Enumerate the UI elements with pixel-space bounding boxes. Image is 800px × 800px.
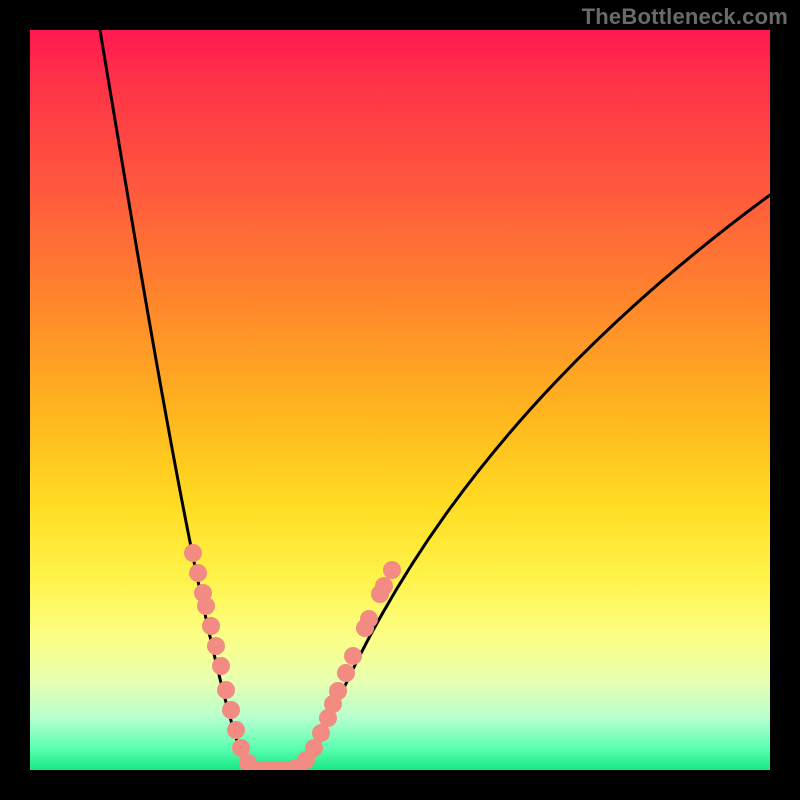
sample-point [197, 597, 215, 615]
sample-point [217, 681, 235, 699]
chart-stage: TheBottleneck.com [0, 0, 800, 800]
watermark-label: TheBottleneck.com [582, 4, 788, 30]
plot-area [30, 30, 770, 770]
bottleneck-curve [100, 30, 770, 770]
sample-point [207, 637, 225, 655]
sample-point [212, 657, 230, 675]
sample-point [360, 610, 378, 628]
sample-point [184, 544, 202, 562]
sample-point [189, 564, 207, 582]
sample-point [227, 721, 245, 739]
sample-point [329, 682, 347, 700]
sample-point [344, 647, 362, 665]
sample-point [383, 561, 401, 579]
sample-points-group [184, 544, 401, 770]
sample-point [337, 664, 355, 682]
sample-point [375, 577, 393, 595]
plot-svg [30, 30, 770, 770]
sample-point [202, 617, 220, 635]
sample-point [222, 701, 240, 719]
